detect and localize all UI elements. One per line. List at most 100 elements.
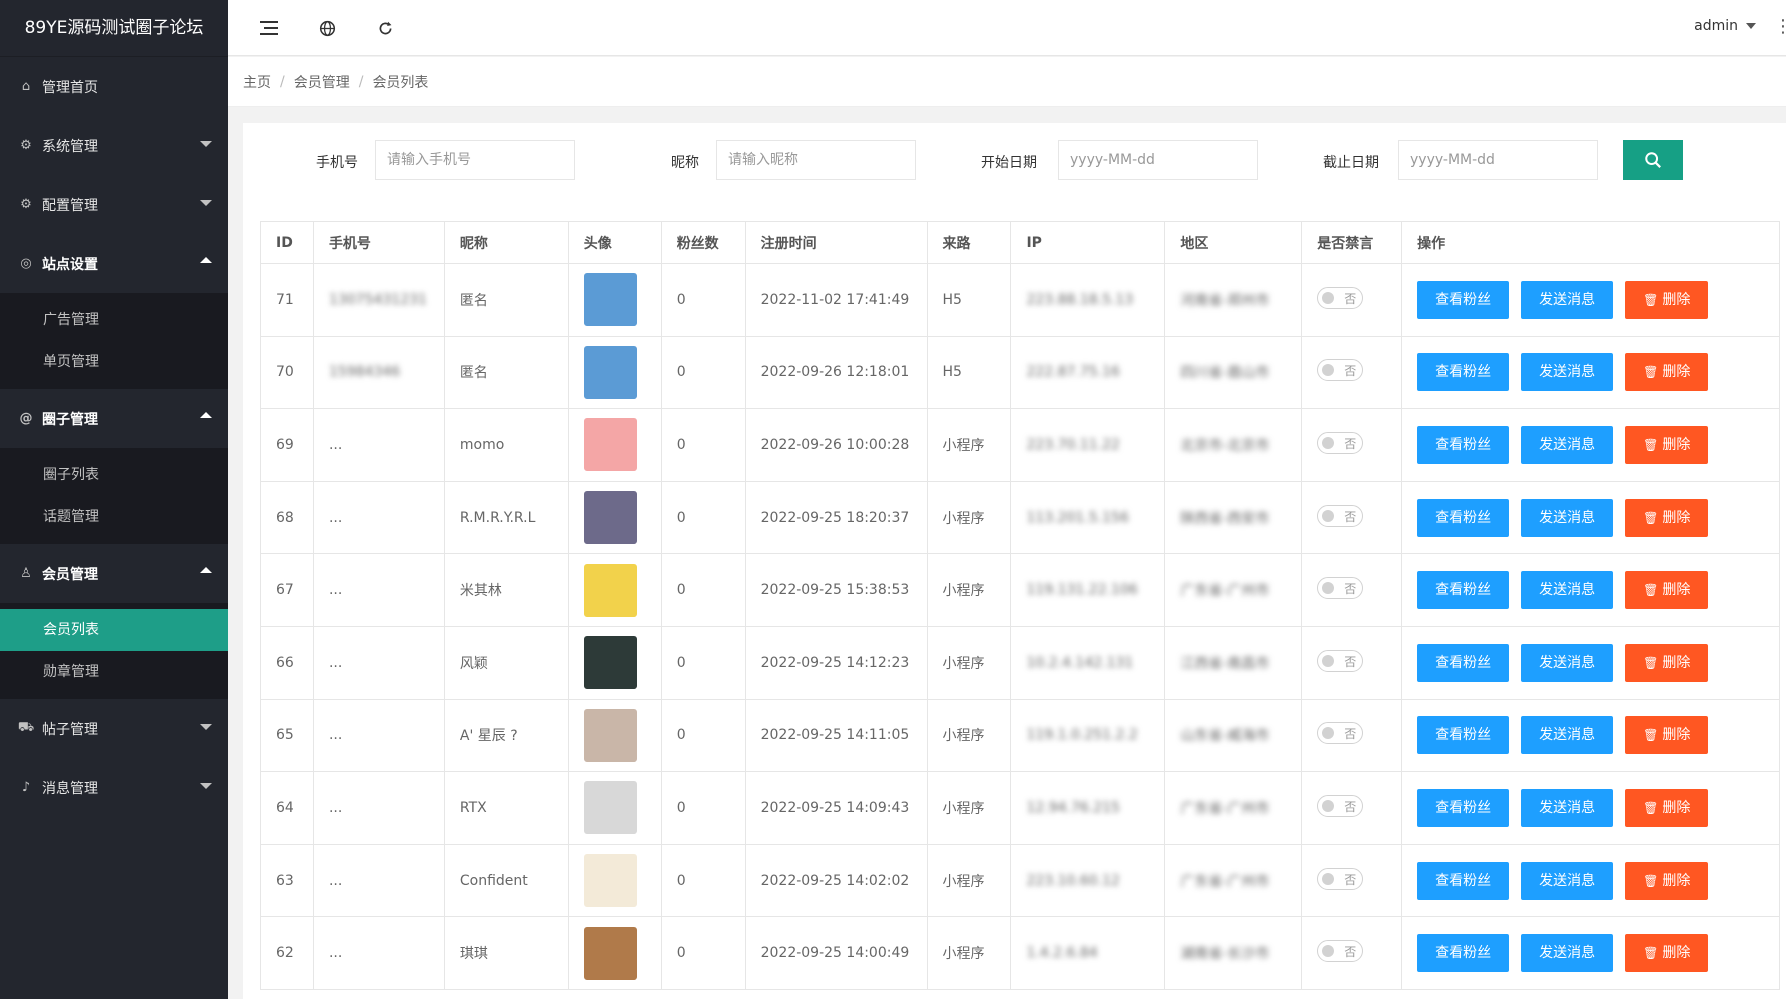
sidebar-item-member-list[interactable]: 会员列表 (0, 609, 228, 651)
nickname-input[interactable] (716, 140, 916, 180)
sidebar-item-badges[interactable]: 勋章管理 (0, 651, 228, 693)
cell-register-time: 2022-09-25 14:12:23 (744, 625, 928, 700)
mute-toggle[interactable]: 否 (1317, 286, 1364, 309)
delete-button[interactable]: 🗑 删除 (1625, 861, 1709, 900)
search-button[interactable] (1623, 140, 1683, 180)
column-header: 注册时间 (744, 221, 928, 264)
mute-toggle[interactable]: 否 (1317, 504, 1364, 527)
start-date-input[interactable] (1058, 140, 1258, 180)
avatar[interactable] (583, 854, 637, 908)
mute-toggle[interactable]: 否 (1317, 431, 1364, 454)
delete-button[interactable]: 🗑 删除 (1625, 280, 1709, 319)
avatar[interactable] (583, 926, 637, 980)
cell-avatar (567, 843, 662, 918)
delete-button[interactable]: 🗑 删除 (1625, 643, 1709, 682)
send-message-button[interactable]: 发送消息 (1521, 861, 1614, 900)
cell-id: 70 (260, 335, 314, 410)
avatar[interactable] (583, 708, 637, 762)
phone-input[interactable] (375, 140, 575, 180)
send-message-button[interactable]: 发送消息 (1521, 788, 1614, 827)
send-message-button[interactable]: 发送消息 (1521, 498, 1614, 537)
send-message-button[interactable]: 发送消息 (1521, 716, 1614, 755)
avatar[interactable] (583, 563, 637, 617)
view-fans-button[interactable]: 查看粉丝 (1417, 280, 1510, 319)
delete-button[interactable]: 🗑 删除 (1625, 353, 1709, 392)
menu-toggle-icon[interactable] (258, 17, 280, 39)
breadcrumb-home[interactable]: 主页 (243, 72, 271, 92)
view-fans-button[interactable]: 查看粉丝 (1417, 425, 1510, 464)
view-fans-button[interactable]: 查看粉丝 (1417, 498, 1510, 537)
mute-toggle[interactable]: 否 (1317, 867, 1364, 890)
avatar[interactable] (583, 345, 637, 399)
breadcrumb-section[interactable]: 会员管理 (294, 72, 350, 92)
sidebar-item-posts[interactable]: ⛟ 帖子管理 (0, 699, 228, 758)
view-fans-button[interactable]: 查看粉丝 (1417, 934, 1510, 973)
view-fans-button[interactable]: 查看粉丝 (1417, 643, 1510, 682)
delete-button[interactable]: 🗑 删除 (1625, 425, 1709, 464)
cell-phone: ... (312, 698, 445, 773)
sidebar-item-pages[interactable]: 单页管理 (0, 341, 228, 383)
send-message-button[interactable]: 发送消息 (1521, 934, 1614, 973)
cell-region: 广东省-广州市 (1164, 553, 1303, 627)
more-icon[interactable]: ⋮ (1774, 16, 1786, 37)
sidebar-item-messages[interactable]: ♪ 消息管理 (0, 758, 228, 817)
sidebar-item-members[interactable]: ♙ 会员管理 (0, 544, 228, 603)
cell-id: 62 (260, 916, 314, 990)
view-fans-button[interactable]: 查看粉丝 (1417, 716, 1510, 755)
region-value: 广东省-广州市 (1180, 873, 1270, 890)
view-fans-button[interactable]: 查看粉丝 (1417, 353, 1510, 392)
mute-toggle[interactable]: 否 (1317, 577, 1364, 600)
toggle-knob (1322, 872, 1335, 885)
toggle-text: 否 (1344, 364, 1357, 379)
cell-actions: 查看粉丝 发送消息 🗑 删除 (1401, 843, 1780, 918)
sidebar-item-topics[interactable]: 话题管理 (0, 496, 228, 538)
mute-toggle[interactable]: 否 (1317, 649, 1364, 672)
cell-register-time: 2022-09-26 12:18:01 (744, 335, 928, 410)
mute-toggle[interactable]: 否 (1317, 359, 1364, 382)
cell-source: H5 (926, 335, 1012, 410)
send-message-button[interactable]: 发送消息 (1521, 425, 1614, 464)
toggle-text: 否 (1344, 582, 1357, 597)
globe-icon[interactable] (316, 17, 338, 39)
avatar[interactable] (583, 491, 637, 545)
sidebar-item-circle[interactable]: @ 圈子管理 (0, 389, 228, 448)
send-message-button[interactable]: 发送消息 (1521, 571, 1614, 610)
sidebar-item-config[interactable]: ⚙ 配置管理 (0, 175, 228, 234)
column-header: 操作 (1401, 221, 1780, 264)
delete-button[interactable]: 🗑 删除 (1625, 788, 1709, 827)
mute-toggle[interactable]: 否 (1317, 722, 1364, 745)
delete-label: 删除 (1662, 945, 1691, 962)
table-row: 66... 风颖 0 2022-09-25 14:12:23 小程序 10.2.4.142… (260, 625, 1780, 700)
sidebar-item-ads[interactable]: 广告管理 (0, 299, 228, 341)
end-date-input[interactable] (1398, 140, 1598, 180)
send-message-button[interactable]: 发送消息 (1521, 353, 1614, 392)
view-fans-button[interactable]: 查看粉丝 (1417, 861, 1510, 900)
user-menu[interactable]: admin (1694, 18, 1756, 34)
delete-label: 删除 (1662, 872, 1691, 889)
mute-toggle[interactable]: 否 (1317, 794, 1364, 817)
delete-button[interactable]: 🗑 删除 (1625, 934, 1709, 973)
avatar[interactable] (583, 418, 637, 472)
sidebar-item-site[interactable]: ◎ 站点设置 (0, 234, 228, 293)
region-value: 山东省-威海市 (1180, 728, 1270, 745)
send-message-button[interactable]: 发送消息 (1521, 280, 1614, 319)
view-fans-button[interactable]: 查看粉丝 (1417, 788, 1510, 827)
sidebar-item-dashboard[interactable]: ⌂ 管理首页 (0, 57, 228, 116)
refresh-icon[interactable] (374, 17, 396, 39)
sidebar-item-label: 帖子管理 (42, 721, 98, 738)
cell-nickname: A' 星辰 ? (443, 698, 569, 773)
column-header: 是否禁言 (1301, 221, 1403, 264)
delete-button[interactable]: 🗑 删除 (1625, 571, 1709, 610)
delete-button[interactable]: 🗑 删除 (1625, 716, 1709, 755)
view-fans-button[interactable]: 查看粉丝 (1417, 571, 1510, 610)
cell-fans: 0 (660, 625, 746, 700)
mute-toggle[interactable]: 否 (1317, 940, 1364, 963)
send-message-button[interactable]: 发送消息 (1521, 643, 1614, 682)
region-value: 广东省-广州市 (1180, 583, 1270, 600)
sidebar-item-circle-list[interactable]: 圈子列表 (0, 454, 228, 496)
sidebar-item-system[interactable]: ⚙ 系统管理 (0, 116, 228, 175)
avatar[interactable] (583, 273, 637, 327)
avatar[interactable] (583, 636, 637, 690)
delete-button[interactable]: 🗑 删除 (1625, 498, 1709, 537)
avatar[interactable] (583, 781, 637, 835)
